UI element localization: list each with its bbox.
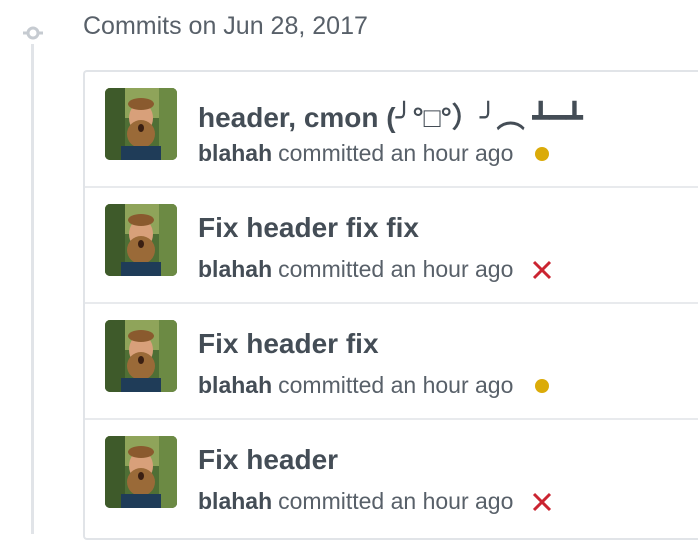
commit-author-link[interactable]: blahah — [198, 488, 272, 515]
commit-row: Fix header fix blahah committed an hour … — [85, 304, 698, 420]
commit-group-date: Commits on Jun 28, 2017 — [83, 12, 368, 40]
commit-author-link[interactable]: blahah — [198, 256, 272, 283]
commit-meta: blahah committed an hour ago — [198, 372, 553, 399]
commit-time: committed an hour ago — [278, 488, 514, 514]
commit-time: committed an hour ago — [278, 372, 514, 398]
timeline-rail — [31, 44, 34, 534]
commit-message-link[interactable]: Fix header fix — [198, 328, 379, 360]
pending-dot-icon[interactable] — [531, 143, 553, 165]
avatar[interactable] — [105, 88, 177, 160]
x-icon[interactable] — [531, 491, 553, 513]
x-icon[interactable] — [531, 259, 553, 281]
commit-meta: blahah committed an hour ago — [198, 488, 553, 515]
commit-message-link[interactable]: header, cmon (╯°□°）╯︵ ┻━┻ — [198, 96, 583, 136]
avatar[interactable] — [105, 204, 177, 276]
avatar[interactable] — [105, 320, 177, 392]
commit-message-link[interactable]: Fix header fix fix — [198, 212, 419, 244]
commit-meta: blahah committed an hour ago — [198, 140, 553, 167]
commit-row: Fix header blahah committed an hour ago — [85, 420, 698, 536]
commit-row: header, cmon (╯°□°）╯︵ ┻━┻ blahah committ… — [85, 72, 698, 188]
commit-time: committed an hour ago — [278, 256, 514, 282]
commit-time: committed an hour ago — [278, 140, 514, 166]
commit-row: Fix header fix fix blahah committed an h… — [85, 188, 698, 304]
commit-list: header, cmon (╯°□°）╯︵ ┻━┻ blahah committ… — [83, 70, 698, 540]
pending-dot-icon[interactable] — [531, 375, 553, 397]
commit-node-icon — [23, 23, 43, 43]
avatar[interactable] — [105, 436, 177, 508]
commit-author-link[interactable]: blahah — [198, 140, 272, 167]
commit-message-link[interactable]: Fix header — [198, 444, 338, 476]
commit-meta: blahah committed an hour ago — [198, 256, 553, 283]
commit-author-link[interactable]: blahah — [198, 372, 272, 399]
